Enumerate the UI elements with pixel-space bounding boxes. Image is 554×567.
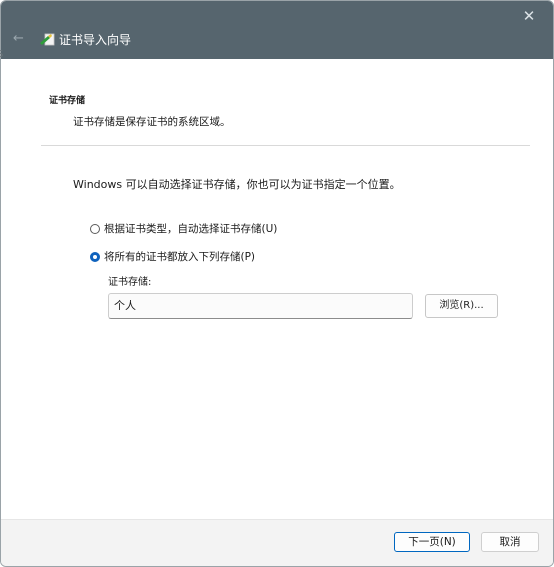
window-title: 证书导入向导: [59, 33, 132, 47]
place-all-radio[interactable]: [90, 252, 100, 262]
close-button[interactable]: ✕: [515, 5, 543, 27]
certificate-store-field[interactable]: 个人: [108, 293, 413, 319]
cancel-button[interactable]: 取消: [481, 532, 539, 552]
store-caption: 证书存储:: [108, 277, 152, 288]
intro-text: Windows 可以自动选择证书存储，你也可以为证书指定一个位置。: [73, 178, 401, 191]
back-arrow-icon[interactable]: ←: [13, 31, 24, 47]
section-title: 证书存储: [49, 96, 86, 106]
import-wizard-window: ✕ ← 证书导入向导 证书存储 证书存储是保存证书的系统区域。 Windows …: [0, 0, 554, 567]
certificate-wizard-icon: [40, 33, 55, 46]
auto-select-label[interactable]: 根据证书类型，自动选择证书存储(U): [104, 222, 277, 236]
next-button[interactable]: 下一页(N): [394, 532, 470, 552]
browse-button[interactable]: 浏览(R)...: [425, 294, 498, 318]
place-all-label[interactable]: 将所有的证书都放入下列存储(P): [104, 250, 255, 264]
wizard-body: 证书存储 证书存储是保存证书的系统区域。 Windows 可以自动选择证书存储，…: [1, 59, 553, 519]
background-text-fragment: S: [0, 49, 4, 60]
header-divider: [41, 145, 530, 146]
title-bar: ✕ ← 证书导入向导: [1, 1, 553, 59]
wizard-footer: 下一页(N) 取消: [1, 519, 553, 566]
section-description: 证书存储是保存证书的系统区域。: [73, 116, 231, 128]
auto-select-radio[interactable]: [90, 224, 100, 234]
